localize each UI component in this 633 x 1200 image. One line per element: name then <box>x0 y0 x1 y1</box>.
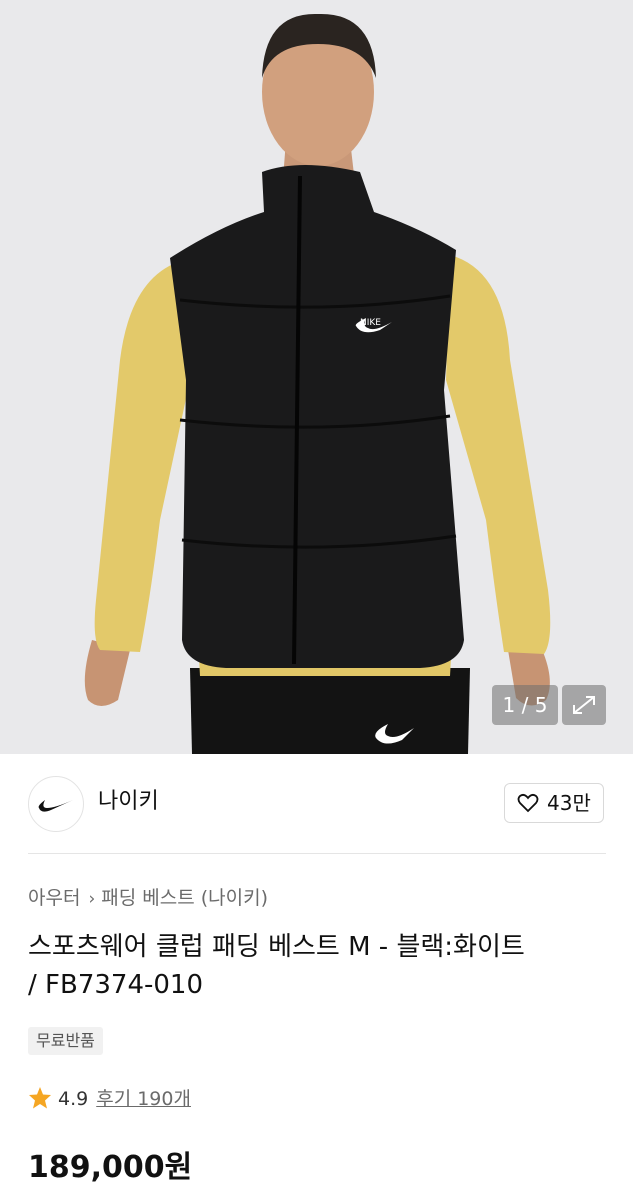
rating-value: 4.9 <box>58 1088 89 1110</box>
brand-name[interactable]: 나이키 <box>98 786 159 818</box>
product-title-line1: 스포츠웨어 클럽 패딩 베스트 M - 블랙:화이트 <box>28 932 525 962</box>
rating-row: 4.9 후기 190개 <box>28 1083 191 1115</box>
image-counter: 1 / 5 <box>492 685 558 725</box>
jacket-logo-text: NIKE <box>360 318 381 328</box>
reviews-link[interactable]: 후기 190개 <box>96 1088 191 1110</box>
nike-swoosh-icon <box>38 800 73 812</box>
expand-icon <box>573 696 595 714</box>
wishlist-count: 43만 <box>547 791 591 815</box>
expand-image-button[interactable] <box>562 685 606 725</box>
product-price: 189,000원 <box>28 1150 193 1185</box>
product-photo: NIKE <box>0 0 633 754</box>
brand-logo[interactable] <box>28 776 84 832</box>
product-image-gallery[interactable]: NIKE 1 / 5 <box>0 0 633 754</box>
star-icon <box>29 1087 51 1109</box>
product-title: 스포츠웨어 클럽 패딩 베스트 M - 블랙:화이트 / FB7374-010 <box>28 928 613 1004</box>
chevron-right-icon: › <box>88 889 96 909</box>
breadcrumb-item-outer[interactable]: 아우터 <box>28 887 80 909</box>
divider <box>28 853 606 854</box>
free-return-badge: 무료반품 <box>28 1027 103 1055</box>
wishlist-button[interactable]: 43만 <box>504 783 604 823</box>
breadcrumb-item-padding-vest[interactable]: 패딩 베스트 (나이키) <box>101 887 268 909</box>
heart-icon <box>517 793 539 813</box>
product-title-line2: / FB7374-010 <box>28 970 203 1000</box>
breadcrumb: 아우터 › 패딩 베스트 (나이키) <box>28 882 268 914</box>
